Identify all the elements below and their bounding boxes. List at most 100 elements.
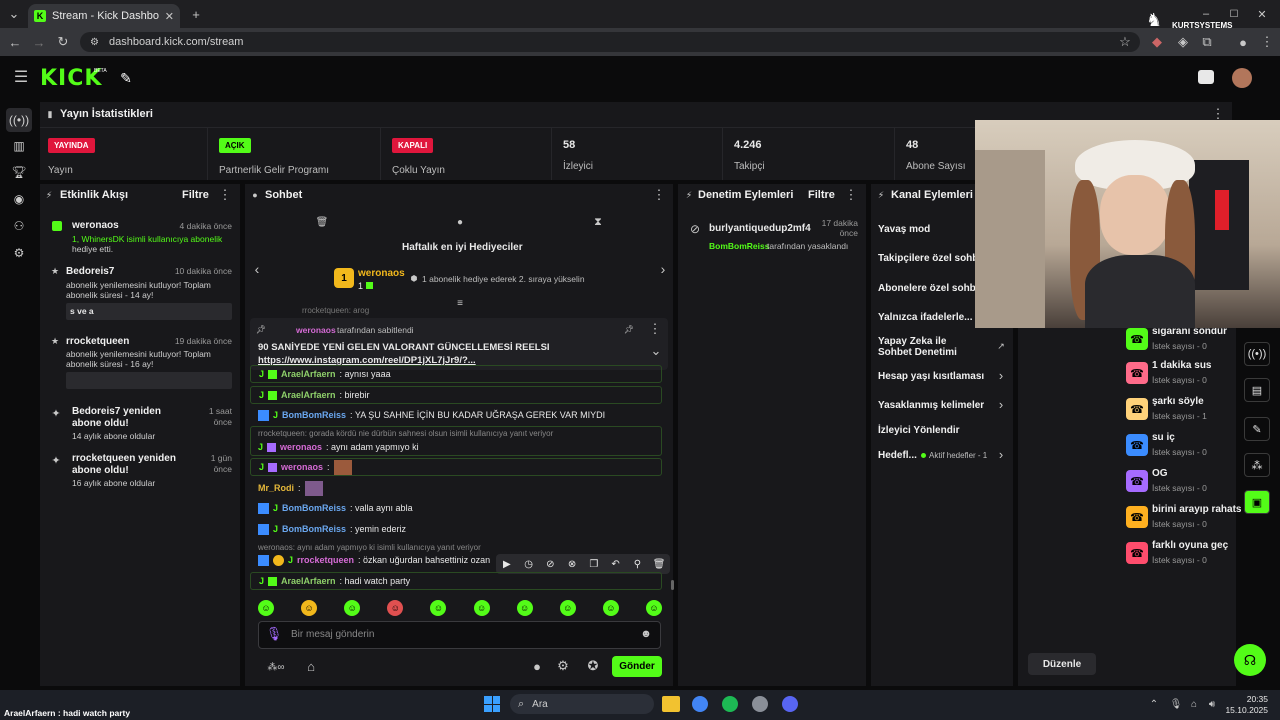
prev-arrow-icon[interactable]: ‹ (250, 261, 264, 277)
raid-item[interactable]: İzleyici Yönlendir (878, 425, 960, 436)
browser-menu-icon[interactable]: ⋮ (1260, 34, 1274, 50)
chat-username[interactable]: BomBomReiss (282, 410, 346, 420)
back-icon[interactable]: ← (8, 34, 22, 50)
points-icon[interactable]: ⁂∞ (262, 660, 290, 674)
close-tab-icon[interactable]: ✕ (165, 10, 174, 23)
reward-item[interactable]: ☎ 1 dakika sus İstek sayısı - 0 (1126, 359, 1236, 391)
help-support-icon[interactable]: ☊ (1234, 644, 1266, 676)
site-info-icon[interactable]: ⚙ (90, 37, 99, 48)
emote-icon[interactable]: ☺ (473, 600, 490, 616)
hide-icon[interactable]: ⊘ (542, 556, 558, 572)
chrome-icon[interactable] (692, 696, 708, 712)
reward-item[interactable]: ☎ şarkı söyle İstek sayısı - 1 (1126, 395, 1236, 427)
emote-icon[interactable]: ☺ (602, 600, 619, 616)
chat-message[interactable]: J weronaos: (250, 458, 662, 476)
forward-icon[interactable]: → (32, 34, 46, 50)
file-explorer-icon[interactable] (662, 696, 680, 712)
collapse-icon[interactable]: ≡ (453, 298, 467, 309)
chat-message[interactable]: J AraelArfaern: aynısı yaaa (250, 365, 662, 383)
activity-menu-icon[interactable]: ⋮ (219, 187, 232, 202)
chat-message[interactable]: J BomBomReiss: valla aynı abla (250, 499, 662, 517)
address-bar[interactable]: ⚙ dashboard.kick.com/stream (80, 32, 1140, 52)
wrench-quick-icon[interactable]: ✎ (1244, 417, 1270, 441)
maximize-icon[interactable]: ☐ (1226, 8, 1242, 20)
extensions-puzzle-icon[interactable]: ⧉ (1200, 34, 1214, 50)
copy-icon[interactable]: ❐ (586, 556, 602, 572)
slow-mode-item[interactable]: Yavaş mod (878, 224, 930, 235)
chat-message[interactable]: Mr_Rodi: (250, 479, 662, 497)
chevron-right-icon[interactable]: › (995, 397, 1007, 412)
timeout-clock-icon[interactable]: ◷ (521, 556, 537, 572)
unpin-icon[interactable]: 📌︎ (624, 324, 634, 334)
ban-icon[interactable]: ⊗ (564, 556, 580, 572)
chat-username[interactable]: BomBomReiss (282, 524, 346, 534)
clock-date[interactable]: 15.10.2025 (1218, 705, 1268, 715)
reply-icon[interactable]: ↶ (608, 556, 624, 572)
chat-message[interactable]: J AraelArfaern: hadi watch party (250, 572, 662, 590)
trash-icon[interactable]: 🗑︎ (315, 215, 329, 229)
stats-menu-icon[interactable]: ⋮ (1212, 106, 1225, 121)
emoji-picker-icon[interactable]: ☻ (640, 628, 652, 640)
emote-icon[interactable]: ☺ (516, 600, 533, 616)
chat-username[interactable]: rrocketqueen (297, 555, 354, 565)
stream-quick-icon[interactable]: ((•)) (1244, 342, 1270, 366)
send-button[interactable]: Gönder (612, 656, 662, 677)
timer-icon[interactable]: ⧗ (591, 215, 605, 229)
extension-icon[interactable]: ◆ (1150, 34, 1164, 50)
chevron-right-icon[interactable]: › (995, 447, 1007, 462)
bookmark-star-icon[interactable]: ☆ (1118, 34, 1132, 50)
gift-sub-icon[interactable]: ✪ (585, 658, 601, 674)
next-arrow-icon[interactable]: › (656, 261, 670, 277)
trophy-icon[interactable]: 🏆︎ (10, 163, 28, 181)
settings-gear-icon[interactable]: ⚙ (10, 244, 28, 262)
reward-item[interactable]: ☎ birini arayıp rahats İstek sayısı - 0 (1126, 503, 1241, 535)
taskbar-search[interactable]: ⌕ Ara (510, 694, 654, 714)
emotes-only-item[interactable]: Yalnızca ifadelerle... (878, 312, 973, 323)
tab-list-icon[interactable]: ⌄ (6, 6, 22, 22)
chat-username[interactable]: Mr_Rodi (258, 483, 294, 493)
activity-filter-button[interactable]: Filtre (182, 189, 209, 201)
chat-mode-icon[interactable]: ● (453, 215, 467, 229)
mod-entry-actor[interactable]: BomBomReiss (709, 241, 769, 251)
kick-app-quick-icon[interactable]: ▣ (1244, 490, 1270, 514)
moderation-menu-icon[interactable]: ⋮ (845, 187, 858, 202)
chat-scrollbar[interactable] (671, 580, 674, 590)
app-icon[interactable] (752, 696, 768, 712)
banned-words-item[interactable]: Yasaklanmış kelimeler (878, 400, 984, 411)
chat-message[interactable]: J rrocketqueen: özkan uğurdan bahsettini… (250, 551, 500, 569)
mic-icon[interactable]: 🎙︎ (266, 626, 283, 641)
emote-icon[interactable]: ☺ (344, 600, 361, 616)
spotify-icon[interactable] (722, 696, 738, 712)
chat-username[interactable]: weronaos (281, 462, 323, 472)
volume-icon[interactable]: 🔊︎ (1206, 697, 1218, 711)
browser-tab[interactable]: K Stream - Kick Dashboard ✕ (28, 4, 180, 28)
minimize-icon[interactable]: – (1198, 8, 1214, 20)
emote-icon[interactable]: ☺ (559, 600, 576, 616)
chat-settings-bubble-icon[interactable]: ● (531, 659, 543, 674)
chat-username[interactable]: weronaos (280, 442, 322, 452)
goals-item[interactable]: Hedefl... (878, 450, 917, 461)
pen-tool-icon[interactable]: ✎ (118, 70, 134, 86)
chat-message[interactable]: J weronaos: aynı adam yapmıyo ki (250, 438, 650, 456)
reward-item[interactable]: ☎ su iç İstek sayısı - 0 (1126, 431, 1236, 463)
kick-small-logo-icon[interactable] (1198, 70, 1214, 84)
chat-username[interactable]: AraelArfaern (281, 576, 336, 586)
pinned-menu-icon[interactable]: ⋮ (649, 321, 662, 336)
emote-icon[interactable]: ☺ (430, 600, 447, 616)
subs-only-item[interactable]: Abonelere özel sohbet (878, 283, 978, 294)
stream-icon[interactable]: ((•)) (9, 111, 29, 129)
new-tab-icon[interactable]: + (188, 6, 204, 22)
chat-message[interactable]: J BomBomReiss: yemin ederiz (250, 520, 662, 538)
mic-tray-icon[interactable]: 🎙︎ (1170, 697, 1183, 711)
emote-icon[interactable]: ☺ (645, 600, 662, 616)
chat-username[interactable]: AraelArfaern (281, 369, 336, 379)
clock-time[interactable]: 20:35 (1228, 694, 1268, 704)
chat-username[interactable]: BomBomReiss (282, 503, 346, 513)
chevron-right-icon[interactable]: › (995, 368, 1007, 383)
ai-moderation-item[interactable]: Yapay Zeka ile Sohbet Denetimi (878, 336, 978, 358)
community-quick-icon[interactable]: ⁂ (1244, 453, 1270, 477)
profile-avatar-icon[interactable]: ● (1236, 34, 1250, 50)
account-age-item[interactable]: Hesap yaşı kısıtlaması (878, 371, 984, 382)
delete-icon[interactable]: 🗑︎ (651, 556, 667, 572)
extension-icon[interactable]: ◈ (1176, 34, 1190, 50)
